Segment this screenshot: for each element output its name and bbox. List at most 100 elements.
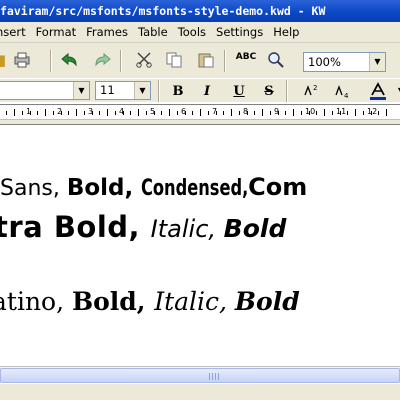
toolbar-separator [286,80,288,102]
text-line-extra-bold[interactable]: tra Bold, Italic, Bold [0,210,286,244]
ruler-tick [45,109,46,116]
text-run-italic: Italic, [150,215,224,243]
menu-bar: nsert Format Frames Table Tools Settings… [0,22,400,43]
find-icon[interactable] [266,51,286,69]
text-run-italic: Italic, [154,287,235,316]
ruler-number: 3 [88,107,94,116]
ruler-number: 8 [243,107,249,116]
svg-text:2: 2 [313,84,317,92]
ruler-tick [169,109,170,116]
open-icon[interactable]: ▮ [0,51,12,69]
chevron-down-icon[interactable]: ▼ [369,53,385,71]
ruler-tick [14,109,15,116]
cut-icon[interactable] [134,51,154,69]
ruler-number: 7 [212,107,218,116]
ruler-minor-tick [238,111,240,115]
menu-insert[interactable]: nsert [0,22,31,42]
horizontal-scrollbar[interactable] [0,366,400,383]
ruler-tick [200,109,201,116]
chevron-down-icon[interactable]: ▼ [391,82,400,100]
ruler-minor-tick [21,111,23,115]
ruler-minor-tick [176,111,178,115]
ruler-tick [262,109,263,116]
font-size-select[interactable]: 11 ▼ [95,81,151,100]
ruler-minor-tick [161,111,163,115]
text-line-sans[interactable]: Sans, Bold, Condensed, Com [0,173,307,201]
ruler-number: 12 [367,107,378,116]
document-canvas[interactable]: Sans, Bold, Condensed, Com tra Bold, Ita… [0,126,400,366]
ruler-tick [324,109,325,116]
font-size-value: 11 [100,83,115,97]
menu-frames[interactable]: Frames [81,22,133,42]
text-run-sans: Sans, [0,176,67,201]
ruler-number: 10 [305,107,316,116]
bold-button[interactable]: B [168,82,188,100]
ruler-tick [293,109,294,116]
ruler[interactable]: 1 2 3 4 5 6 7 8 9 10 11 12 [0,104,400,120]
ruler-minor-tick [145,111,147,115]
text-color-icon[interactable] [368,82,388,100]
ruler-number: 11 [336,107,347,116]
underline-button[interactable]: U [229,82,249,100]
svg-text:4: 4 [344,92,349,99]
ruler-minor-tick [68,111,70,115]
toolbar-separator [158,80,160,102]
chevron-down-icon[interactable]: ▼ [73,82,89,99]
ruler-minor-tick [52,111,54,115]
paste-icon[interactable] [196,51,216,69]
ruler-tick [231,109,232,116]
strikethrough-button[interactable]: S [259,82,279,100]
ruler-minor-tick [285,111,287,115]
chevron-down-icon[interactable]: ▼ [134,82,150,99]
redo-icon[interactable] [92,51,112,69]
ruler-minor-tick [254,111,256,115]
ruler-minor-tick [207,111,209,115]
ruler-number: 1 [26,107,32,116]
menu-help[interactable]: Help [268,22,304,42]
subscript-icon[interactable]: 4 [333,82,353,100]
text-run-bold: Bold, [66,175,142,201]
zoom-select[interactable]: 100% ▼ [303,52,386,72]
ruler-minor-tick [378,111,380,115]
ruler-number: 2 [57,107,63,116]
ruler-tick [138,109,139,116]
text-run-bold-italic: Bold [234,287,300,316]
ruler-tick [355,109,356,116]
ruler-number: 9 [274,107,280,116]
ruler-minor-tick [192,111,194,115]
ruler-number: 4 [119,107,125,116]
italic-button[interactable]: I [197,82,217,100]
text-run-condensed-bold: Com [248,173,308,201]
menu-table[interactable]: Table [133,22,173,42]
scrollbar-thumb[interactable] [0,368,400,383]
ruler-minor-tick [223,111,225,115]
ruler-tick [107,109,108,116]
ruler-number: 6 [181,107,187,116]
toolbar-separator [224,50,226,72]
ruler-tick [386,109,387,116]
title-bar: faviram/src/msfonts/msfonts-style-demo.k… [0,0,400,22]
toolbar-separator [120,50,122,72]
text-run-bold-italic: Bold [223,214,287,243]
text-line-palatino[interactable]: atino, Bold, Italic, Bold [0,287,300,316]
text-run-bold: Bold, [72,287,155,316]
print-icon[interactable] [12,51,32,69]
menu-tools[interactable]: Tools [173,22,211,42]
copy-icon[interactable] [164,51,184,69]
ruler-minor-tick [114,111,116,115]
window-title: faviram/src/msfonts/msfonts-style-demo.k… [0,4,326,18]
ruler-minor-tick [99,111,101,115]
ruler-minor-tick [83,111,85,115]
menu-settings[interactable]: Settings [211,22,268,42]
undo-icon[interactable] [60,51,80,69]
zoom-value: 100% [308,55,341,69]
ruler-minor-tick [6,111,8,115]
menu-format[interactable]: Format [31,22,82,42]
format-toolbar: ▼ 11 ▼ B I U S 2 4 ▼ [0,78,400,102]
status-bar [0,383,400,400]
superscript-icon[interactable]: 2 [302,82,322,100]
spellcheck-icon[interactable]: ABC [236,51,256,69]
font-family-select[interactable]: ▼ [0,81,90,100]
grip-icon [209,373,219,380]
ruler-minor-tick [130,111,132,115]
